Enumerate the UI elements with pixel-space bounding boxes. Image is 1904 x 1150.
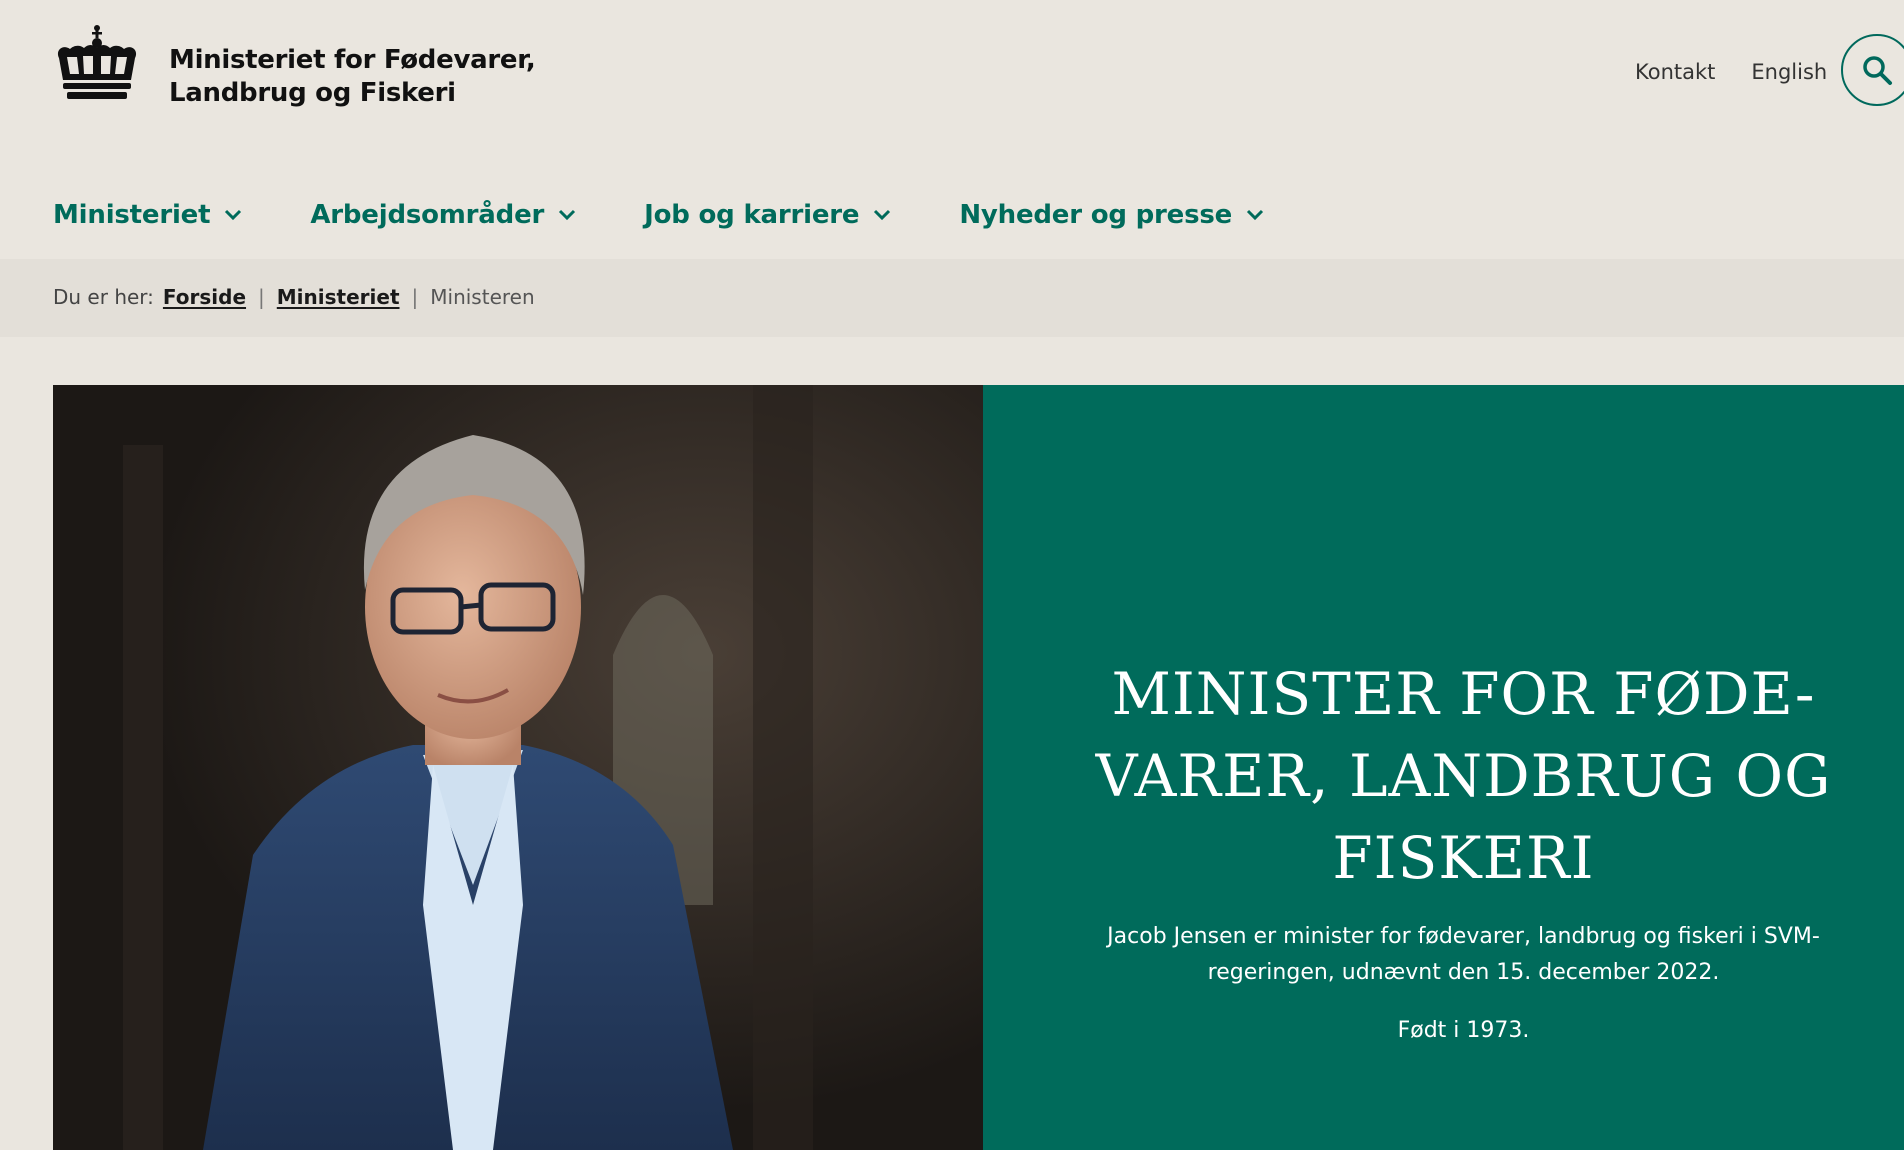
- search-icon: [1863, 56, 1892, 85]
- breadcrumb-current: Ministeren: [430, 285, 535, 309]
- nav-item-label: Job og karriere: [644, 200, 860, 230]
- site-name: Ministeriet for Fødevarer, Landbrug og F…: [169, 44, 536, 110]
- search-button[interactable]: [1841, 34, 1904, 106]
- nav-item-label: Ministeriet: [53, 200, 211, 230]
- minister-born: Født i 1973.: [1397, 1018, 1530, 1043]
- site-logo[interactable]: Ministeriet for Fødevarer, Landbrug og F…: [53, 24, 536, 110]
- breadcrumb-prefix: Du er her:: [53, 285, 154, 309]
- contact-link[interactable]: Kontakt: [1635, 60, 1715, 84]
- minister-photo: [53, 385, 983, 1150]
- english-link[interactable]: English: [1751, 60, 1827, 84]
- nav-item-job-og-karriere[interactable]: Job og karriere: [644, 200, 891, 230]
- nav-item-arbejdsomrader[interactable]: Arbejdsområder: [310, 200, 576, 230]
- chevron-down-icon: [559, 209, 576, 221]
- site-name-line2: Landbrug og Fiskeri: [169, 78, 456, 108]
- hero: MINISTER FOR FØDE-VARER, LANDBRUG OG FIS…: [53, 385, 1904, 1150]
- site-header: Ministeriet for Fødevarer, Landbrug og F…: [0, 0, 1904, 259]
- breadcrumb-separator: |: [258, 285, 265, 309]
- nav-item-label: Arbejdsområder: [310, 200, 545, 230]
- crown-icon: [57, 25, 137, 99]
- chevron-down-icon: [874, 209, 891, 221]
- minister-info-panel: MINISTER FOR FØDE-VARER, LANDBRUG OG FIS…: [983, 385, 1904, 1150]
- chevron-down-icon: [1247, 209, 1264, 221]
- breadcrumb-separator: |: [411, 285, 419, 309]
- breadcrumb: Du er her: Forside | Ministeriet | Minis…: [53, 285, 535, 309]
- minister-portrait-image: [53, 385, 983, 1150]
- breadcrumb-bar: Du er her: Forside | Ministeriet | Minis…: [0, 259, 1904, 337]
- chevron-down-icon: [225, 209, 242, 221]
- utility-nav: Kontakt English: [1635, 52, 1863, 92]
- breadcrumb-link-ministeriet[interactable]: Ministeriet: [277, 285, 400, 309]
- main-nav: Ministeriet Arbejdsområder Job og karrie…: [53, 200, 1332, 230]
- page-title: MINISTER FOR FØDE-VARER, LANDBRUG OG FIS…: [1095, 660, 1832, 892]
- nav-item-ministeriet[interactable]: Ministeriet: [53, 200, 242, 230]
- nav-item-nyheder-og-presse[interactable]: Nyheder og presse: [959, 200, 1264, 230]
- nav-item-label: Nyheder og presse: [959, 200, 1233, 230]
- breadcrumb-link-forside[interactable]: Forside: [163, 285, 246, 309]
- site-name-line1: Ministeriet for Fødevarer,: [169, 45, 536, 75]
- minister-intro: Jacob Jensen er minister for fødevarer, …: [1107, 924, 1820, 985]
